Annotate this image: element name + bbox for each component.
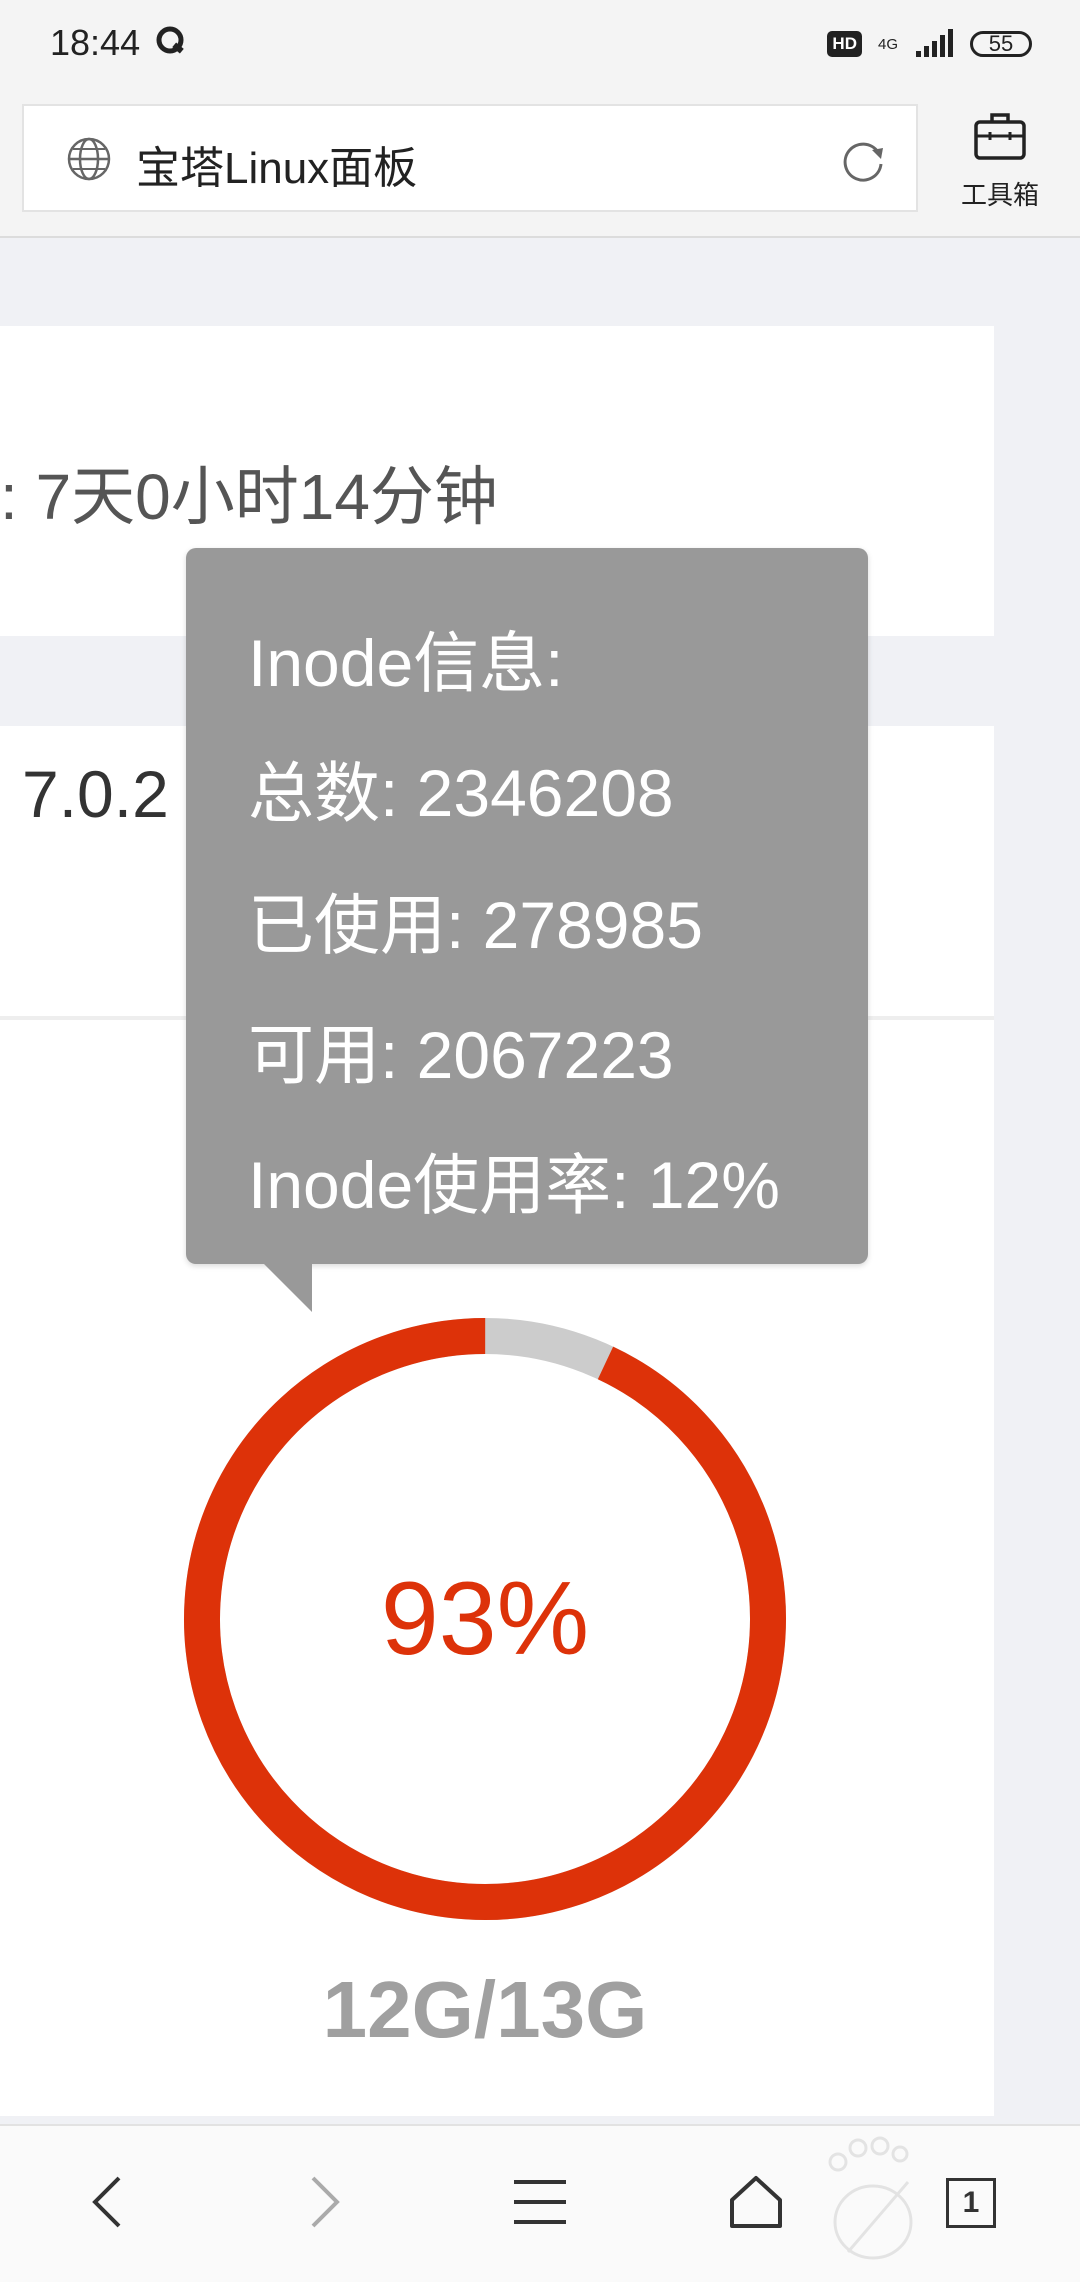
back-icon (92, 2176, 121, 2228)
inode-used: 已使用: 278985 (248, 888, 703, 962)
toolbox-button[interactable]: 工具箱 (950, 106, 1050, 216)
tab-count: 1 (962, 2186, 980, 2219)
toolbox-icon (974, 113, 1026, 160)
globe-icon (67, 137, 111, 181)
network-type: 4G (877, 35, 898, 53)
inode-tooltip: Inode信息: 总数: 2346208 已使用: 278985 可用: 206… (186, 548, 868, 1264)
panel-version: 7.0.2 (22, 757, 169, 831)
disk-usage-size: 12G/13G (322, 1965, 648, 2054)
uptime-value: : 7天0小时14分钟 (0, 461, 498, 533)
tooltip-arrow (262, 1262, 312, 1312)
toolbox-label: 工具箱 (960, 180, 1039, 210)
disk-usage-percent: 93% (380, 1561, 590, 1677)
qq-notification-icon (156, 26, 184, 54)
battery-indicator: 55 (970, 31, 1032, 57)
home-button[interactable] (716, 2162, 796, 2242)
bottom-navigation: 1 (0, 2124, 1080, 2282)
tabs-button[interactable]: 1 (946, 2178, 996, 2228)
inode-free: 可用: 2067223 (248, 1018, 674, 1092)
status-time: 18:44 (50, 22, 141, 63)
mascot-watermark-icon (828, 2136, 913, 2260)
reload-icon[interactable] (838, 136, 888, 186)
home-icon (730, 2176, 782, 2228)
tooltip-title: Inode信息: (248, 626, 564, 700)
inode-total: 总数: 2346208 (248, 756, 674, 830)
address-bar[interactable]: 宝塔Linux面板 (22, 104, 918, 212)
menu-button[interactable] (500, 2162, 580, 2242)
inode-usage-rate: Inode使用率: 12% (248, 1148, 780, 1222)
signal-icon (916, 29, 953, 57)
forward-icon (311, 2176, 340, 2228)
back-button[interactable] (68, 2162, 148, 2242)
status-bar: 18:44 HD 4G 55 (0, 0, 1080, 88)
hd-badge: HD (827, 31, 862, 57)
browser-toolbar: 宝塔Linux面板 工具箱 (0, 88, 1080, 238)
page-title: 宝塔Linux面板 (136, 144, 418, 193)
menu-icon (514, 2180, 566, 2224)
forward-button[interactable] (284, 2162, 364, 2242)
